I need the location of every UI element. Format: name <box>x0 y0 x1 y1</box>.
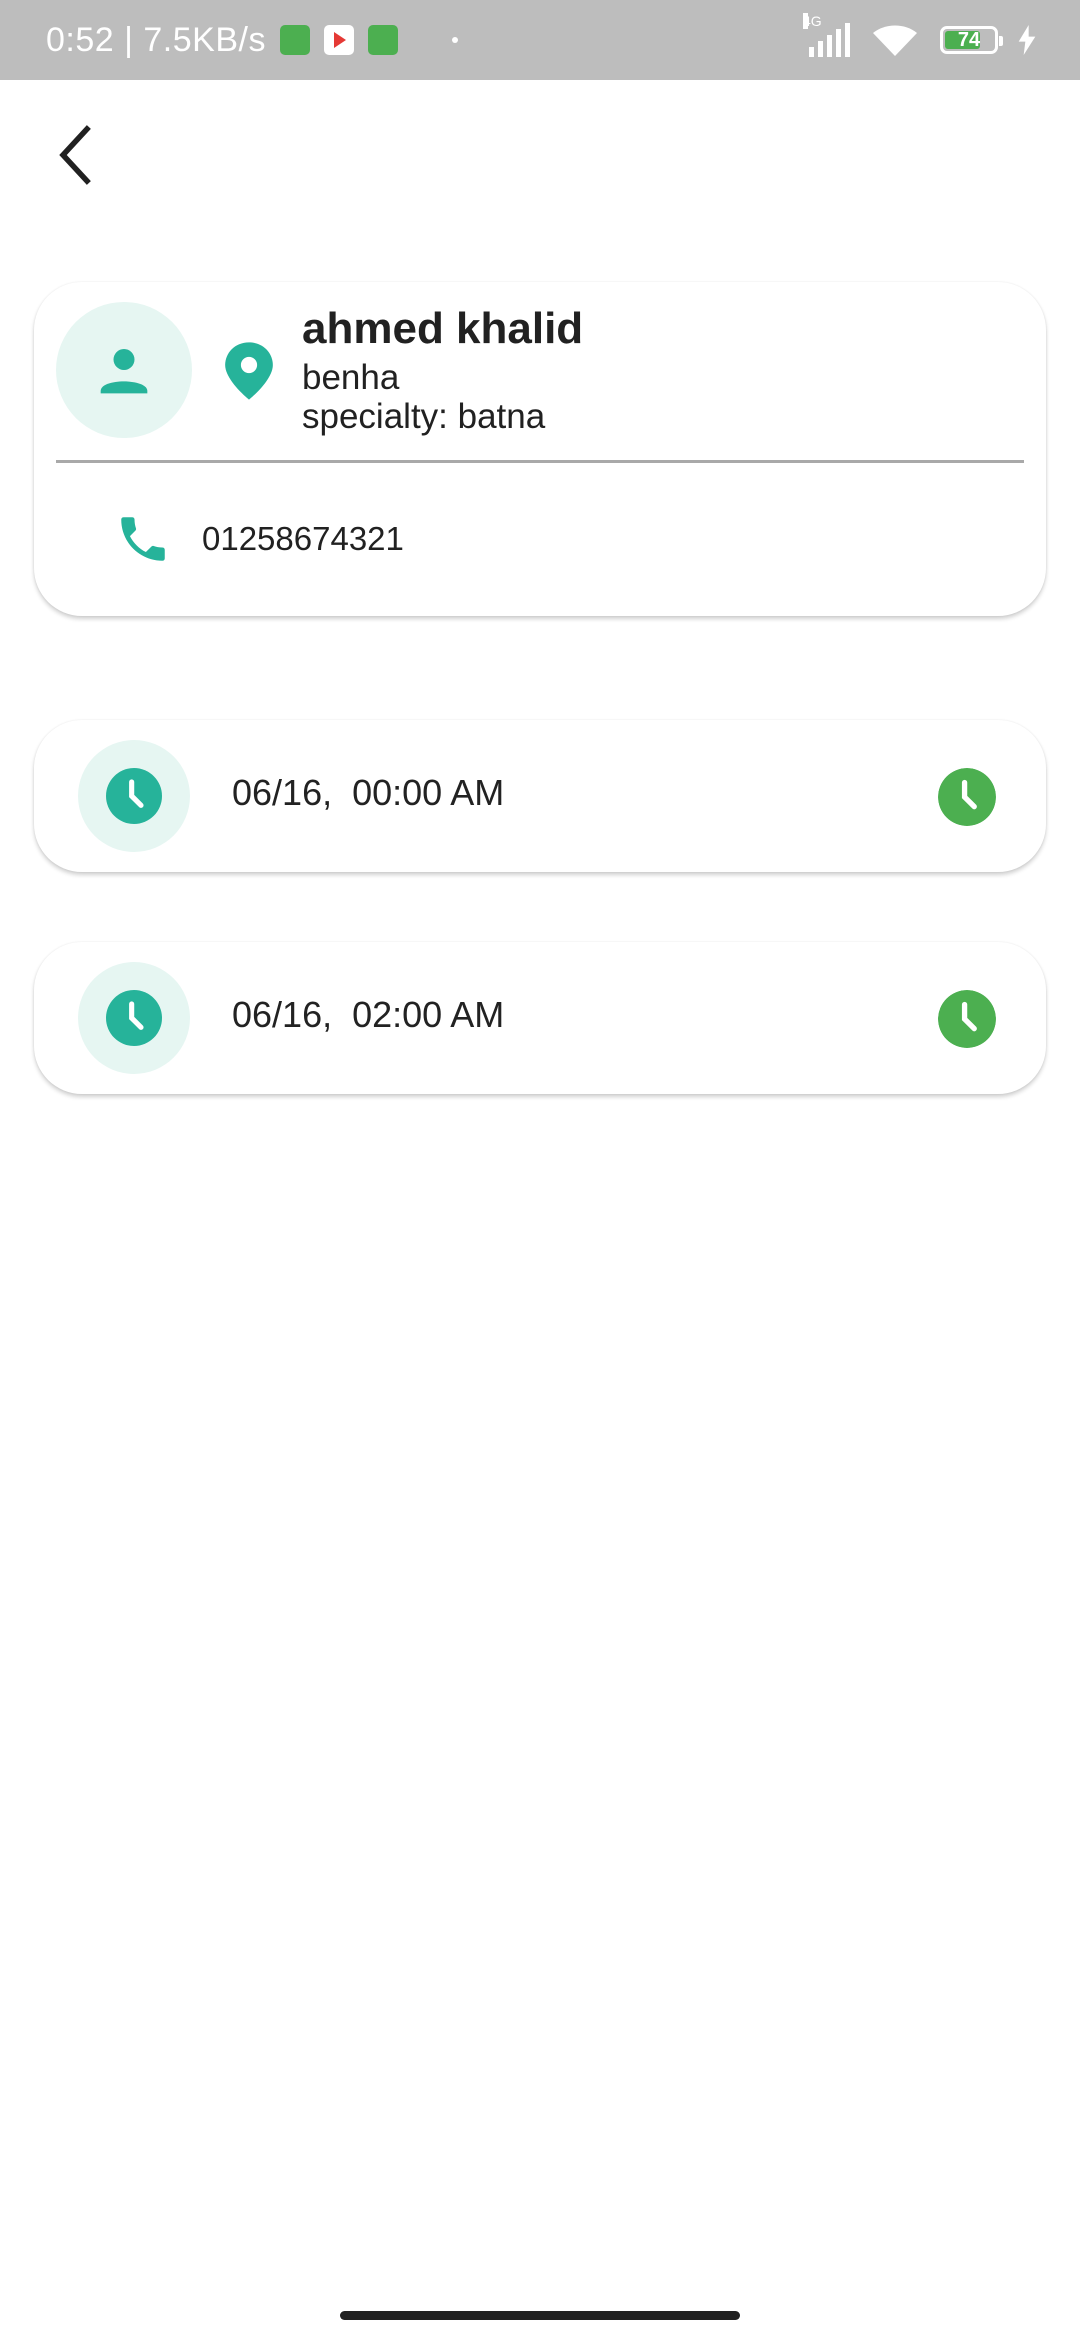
doctor-city: benha <box>302 358 400 397</box>
slot-time: 06/16, 02:00 AM <box>232 994 505 1035</box>
back-button[interactable] <box>40 120 110 190</box>
charging-icon <box>1018 25 1036 55</box>
location-pin-icon <box>220 340 278 407</box>
slot-time: 06/16, 00:00 AM <box>232 772 505 813</box>
status-time: 0:52 | 7.5KB/s <box>46 20 266 59</box>
doctor-specialty: specialty: batna <box>302 397 546 436</box>
battery-percentage: 74 <box>957 28 981 51</box>
app-notification-icon <box>279 25 310 55</box>
doctor-profile-card: ahmed khalid benha specialty: batna 0125… <box>34 282 1046 616</box>
status-bar: 0:52 | 7.5KB/s 4G 74 <box>0 0 1080 80</box>
clock-icon <box>106 768 162 824</box>
home-indicator[interactable] <box>340 2311 740 2320</box>
more-notifications-dot-icon <box>451 37 458 43</box>
battery-icon: 74 <box>940 26 1003 54</box>
status-bar-right: 4G 74 <box>803 0 1036 80</box>
phone-number: 01258674321 <box>202 520 404 557</box>
chevron-left-icon <box>59 125 91 185</box>
appointment-slot-card[interactable]: 06/16, 00:00 AM <box>34 720 1046 872</box>
appointment-slot-card[interactable]: 06/16, 02:00 AM <box>34 942 1046 1094</box>
divider <box>56 460 1024 463</box>
doctor-name: ahmed khalid <box>302 304 584 353</box>
network-type-label: 4G <box>803 13 822 29</box>
clock-icon[interactable] <box>938 990 996 1048</box>
avatar <box>56 302 192 438</box>
wifi-icon <box>873 25 917 56</box>
slot-badge <box>78 740 190 852</box>
clock-icon[interactable] <box>938 768 996 826</box>
slot-badge <box>78 962 190 1074</box>
phone-icon <box>121 517 165 561</box>
cellular-signal-icon: 4G <box>803 13 850 57</box>
clock-icon <box>106 990 162 1046</box>
app-notification-icon <box>367 25 398 55</box>
status-bar-left: 0:52 | 7.5KB/s <box>46 0 458 80</box>
person-icon <box>100 349 148 394</box>
play-store-icon <box>323 25 354 55</box>
phone-row[interactable]: 01258674321 <box>114 510 404 568</box>
